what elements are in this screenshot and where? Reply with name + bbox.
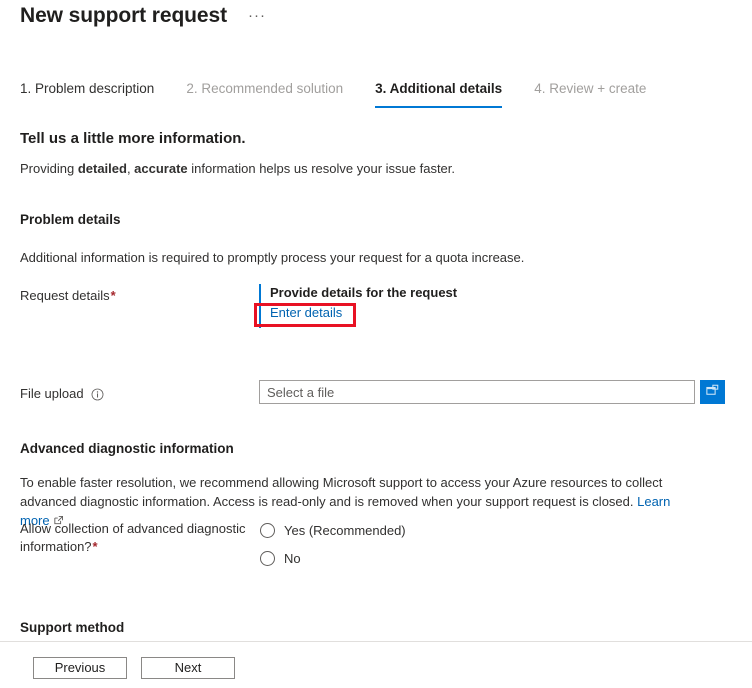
problem-details-heading: Problem details [20, 212, 121, 227]
browse-files-button[interactable] [700, 380, 725, 404]
file-upload-input[interactable] [259, 380, 695, 404]
wizard-tabs: 1. Problem description 2. Recommended so… [20, 80, 678, 108]
request-details-label: Request details* [20, 287, 116, 305]
radio-button-no[interactable] [260, 550, 275, 566]
radio-button-yes[interactable] [260, 522, 275, 538]
page-title: New support request [20, 4, 227, 27]
next-button[interactable]: Next [141, 657, 235, 679]
folder-open-icon [705, 383, 720, 401]
info-icon[interactable] [91, 388, 104, 401]
radio-label-yes: Yes (Recommended) [284, 522, 406, 538]
intro-bold-detailed: detailed [77, 161, 127, 176]
intro-subtext: Providing detailed, accurate information… [20, 161, 455, 176]
required-indicator: * [110, 288, 116, 303]
file-upload-label: File upload [20, 385, 104, 403]
request-details-control: Provide details for the request Enter de… [259, 284, 457, 328]
tab-review-create[interactable]: 4. Review + create [534, 80, 660, 108]
allow-collection-label-text: Allow collection of advanced diagnostic … [20, 521, 246, 554]
support-method-heading: Support method [20, 620, 125, 635]
allow-collection-label: Allow collection of advanced diagnostic … [20, 520, 250, 556]
tab-recommended-solution[interactable]: 2. Recommended solution [186, 80, 357, 108]
previous-button[interactable]: Previous [33, 657, 127, 679]
problem-details-description: Additional information is required to pr… [20, 250, 525, 265]
intro-heading: Tell us a little more information. [20, 130, 246, 147]
intro-text-suffix: information helps us resolve your issue … [187, 161, 456, 176]
intro-text-prefix: Providing [20, 161, 78, 176]
advanced-diagnostic-heading: Advanced diagnostic information [20, 441, 234, 456]
wizard-action-bar: Previous Next [33, 657, 235, 679]
allow-collection-radio-group: Yes (Recommended) No [260, 518, 406, 574]
radio-option-no[interactable]: No [260, 546, 406, 570]
page-header: New support request ··· [20, 2, 269, 30]
tab-additional-details[interactable]: 3. Additional details [375, 80, 516, 108]
file-upload-label-text: File upload [20, 386, 84, 401]
more-actions-icon[interactable]: ··· [245, 8, 269, 24]
advanced-description-text: To enable faster resolution, we recommen… [20, 475, 663, 509]
radio-option-yes[interactable]: Yes (Recommended) [260, 518, 406, 542]
request-details-label-text: Request details [20, 288, 110, 303]
provide-details-title: Provide details for the request [270, 285, 458, 300]
footer-divider [0, 641, 752, 642]
intro-bold-accurate: accurate [134, 161, 188, 176]
required-indicator-allow: * [92, 539, 98, 554]
tab-problem-description[interactable]: 1. Problem description [20, 80, 168, 108]
radio-label-no: No [284, 550, 301, 566]
enter-details-link[interactable]: Enter details [270, 305, 342, 320]
